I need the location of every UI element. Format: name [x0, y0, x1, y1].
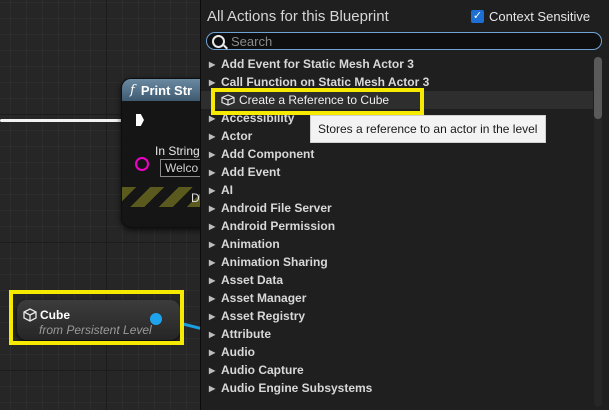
list-item[interactable]: ▶ Animation Sharing	[201, 253, 593, 271]
expand-arrow-icon[interactable]: ▶	[209, 276, 221, 285]
action-menu: All Actions for this Blueprint ✓ Context…	[200, 0, 609, 410]
expand-arrow-icon[interactable]: ▶	[209, 366, 221, 375]
search-box[interactable]	[206, 32, 602, 50]
list-item[interactable]: ▶ Audio Capture	[201, 361, 593, 379]
list-item[interactable]: ▶ Android File Server	[201, 199, 593, 217]
context-sensitive-label: Context Sensitive	[489, 9, 591, 24]
create-reference-highlight	[211, 88, 424, 115]
list-item[interactable]: ▶ Android Permission	[201, 217, 593, 235]
in-string-label: In String	[155, 144, 200, 158]
checkmark-icon[interactable]: ✓	[471, 10, 484, 23]
tooltip: Stores a reference to an actor in the le…	[310, 115, 546, 143]
expand-arrow-icon[interactable]: ▶	[209, 60, 221, 69]
expand-arrow-icon[interactable]: ▶	[209, 384, 221, 393]
expand-arrow-icon[interactable]: ▶	[209, 186, 221, 195]
function-icon: f	[130, 82, 135, 98]
expand-arrow-icon[interactable]: ▶	[209, 240, 221, 249]
list-item[interactable]: ▶ Asset Manager	[201, 289, 593, 307]
expand-arrow-icon[interactable]: ▶	[209, 132, 221, 141]
print-string-title: Print Str	[140, 82, 193, 98]
expand-arrow-icon[interactable]: ▶	[209, 294, 221, 303]
expand-arrow-icon[interactable]: ▶	[209, 348, 221, 357]
expand-arrow-icon[interactable]: ▶	[209, 312, 221, 321]
list-item[interactable]: ▶ Audio	[201, 343, 593, 361]
expand-arrow-icon[interactable]: ▶	[209, 330, 221, 339]
search-icon	[212, 35, 225, 48]
in-string-pin[interactable]	[135, 157, 149, 171]
list-item[interactable]: ▶ AI	[201, 181, 593, 199]
expand-arrow-icon[interactable]: ▶	[209, 204, 221, 213]
exec-wire	[0, 119, 130, 122]
list-item[interactable]: ▶ Asset Registry	[201, 307, 593, 325]
action-menu-title: All Actions for this Blueprint	[207, 8, 389, 25]
list-item[interactable]: ▶ Asset Data	[201, 271, 593, 289]
expand-arrow-icon[interactable]: ▶	[209, 78, 221, 87]
cube-node-highlight	[9, 290, 184, 345]
list-item[interactable]: ▶ Add Event	[201, 163, 593, 181]
expand-arrow-icon[interactable]: ▶	[209, 222, 221, 231]
expand-arrow-icon[interactable]: ▶	[209, 258, 221, 267]
list-item[interactable]: ▶ Add Component	[201, 145, 593, 163]
expand-arrow-icon[interactable]: ▶	[209, 168, 221, 177]
search-input[interactable]	[231, 33, 591, 49]
list-item[interactable]: ▶ Audio Engine Subsystems	[201, 379, 593, 397]
scrollbar-thumb[interactable]	[594, 57, 602, 119]
expand-arrow-icon[interactable]: ▶	[209, 150, 221, 159]
list-item[interactable]: ▶ Attribute	[201, 325, 593, 343]
development-only-label: D	[191, 191, 200, 205]
context-sensitive-toggle[interactable]: ✓ Context Sensitive	[471, 9, 590, 24]
list-item[interactable]: ▶ Add Event for Static Mesh Actor 3	[201, 55, 593, 73]
list-item[interactable]: ▶ Animation	[201, 235, 593, 253]
